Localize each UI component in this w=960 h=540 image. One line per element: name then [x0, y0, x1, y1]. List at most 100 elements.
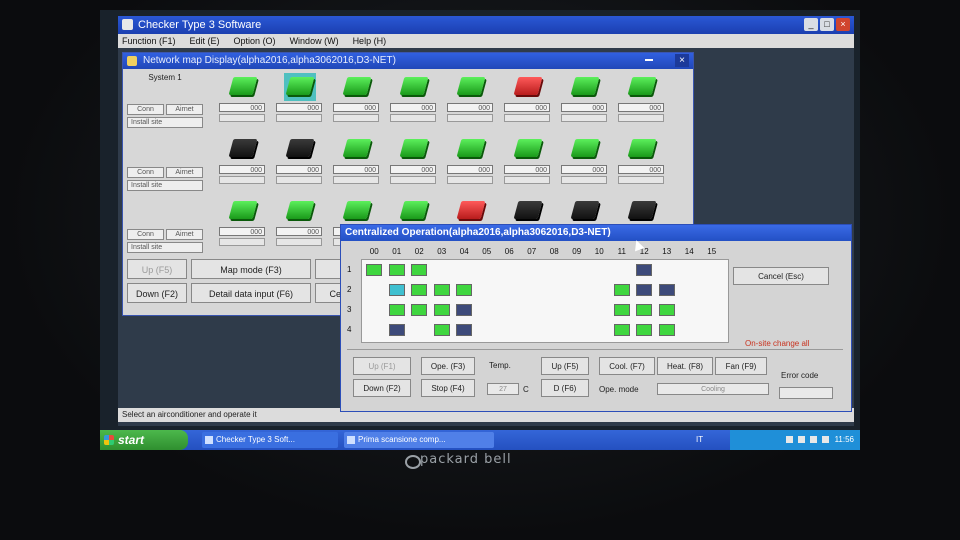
unit-cell[interactable] [388, 284, 405, 296]
unit-cell[interactable] [388, 304, 405, 316]
up-button[interactable]: Up (F5) [127, 259, 187, 279]
indoor-unit[interactable]: 000 [502, 73, 554, 123]
close-icon[interactable]: × [836, 18, 850, 31]
unit-field [447, 176, 493, 184]
indoor-unit[interactable]: 000 [559, 135, 611, 185]
unit-cell[interactable] [366, 264, 382, 276]
unit-value: 000 [390, 103, 436, 112]
indoor-unit[interactable]: 000 [217, 135, 269, 185]
indoor-unit[interactable]: 000 [331, 73, 383, 123]
system-panel: Conn Airnet Install site [127, 197, 203, 253]
maximize-icon[interactable]: □ [820, 18, 834, 31]
menu-window[interactable]: Window (W) [290, 34, 339, 48]
network-icon[interactable] [822, 436, 830, 444]
column-header: 11 [617, 247, 626, 256]
task-checker[interactable]: Checker Type 3 Soft... [202, 432, 338, 448]
unit-cell[interactable] [658, 324, 675, 336]
unit-cell[interactable] [433, 284, 450, 296]
start-button[interactable]: start [100, 430, 188, 450]
column-header: 08 [549, 247, 559, 256]
menu-option[interactable]: Option (O) [234, 34, 276, 48]
row-header: 4 [347, 325, 352, 334]
close-icon[interactable]: × [675, 54, 689, 67]
unit-value: 000 [504, 165, 550, 174]
task-label: Prima scansione comp... [358, 435, 446, 444]
heat-button[interactable]: Heat. (F8) [657, 357, 713, 375]
map-mode-button[interactable]: Map mode (F3) [191, 259, 311, 279]
unit-cell[interactable] [613, 284, 630, 296]
tray-icon[interactable] [785, 436, 793, 444]
indoor-unit[interactable]: 000 [274, 135, 326, 185]
menu-function[interactable]: Function (F1) [122, 34, 176, 48]
network-map-titlebar[interactable]: Network map Display(alpha2016,alpha30620… [123, 53, 693, 69]
unit-cell[interactable] [411, 304, 427, 316]
column-header: 15 [707, 247, 717, 256]
indoor-unit[interactable]: 000 [559, 73, 611, 123]
column-header: 10 [594, 247, 604, 256]
dialog-titlebar[interactable]: Centralized Operation(alpha2016,alpha306… [341, 225, 851, 241]
unit-field [618, 176, 664, 184]
unit-cell[interactable] [456, 324, 472, 336]
temp-up-button[interactable]: Up (F5) [541, 357, 589, 375]
indoor-unit[interactable]: 000 [274, 197, 326, 247]
unit-cell[interactable] [636, 304, 652, 316]
menu-help[interactable]: Help (H) [353, 34, 387, 48]
indoor-unit[interactable]: 000 [217, 73, 269, 123]
indoor-unit[interactable]: 000 [217, 197, 269, 247]
unit-cell[interactable] [411, 264, 427, 276]
unit-cell[interactable] [388, 324, 405, 336]
unit-cell[interactable] [613, 304, 630, 316]
task-scan[interactable]: Prima scansione comp... [344, 432, 494, 448]
unit-cell[interactable] [658, 304, 675, 316]
down-f2-button[interactable]: Down (F2) [353, 379, 411, 397]
aircon-unit-icon [513, 77, 543, 95]
indoor-unit[interactable]: 000 [274, 73, 326, 123]
aircon-unit-icon [285, 201, 315, 219]
unit-cell[interactable] [658, 284, 675, 296]
minimize-icon[interactable]: _ [804, 18, 818, 31]
down-button[interactable]: Down (F2) [127, 283, 187, 303]
indoor-unit[interactable]: 000 [502, 135, 554, 185]
language-indicator[interactable]: IT [696, 430, 703, 450]
aircon-unit-icon [627, 139, 657, 157]
unit-cell[interactable] [456, 304, 472, 316]
app-titlebar[interactable]: Checker Type 3 Software _ □ × [118, 16, 854, 34]
aircon-unit-icon [342, 139, 372, 157]
column-header: 05 [482, 247, 492, 256]
operate-button[interactable]: Ope. (F3) [421, 357, 475, 375]
system-panel: Conn Airnet Install site [127, 135, 203, 191]
minimize-icon[interactable] [645, 59, 653, 61]
indoor-unit[interactable]: 000 [388, 73, 440, 123]
unit-cell[interactable] [636, 264, 652, 276]
unit-cell[interactable] [636, 284, 652, 296]
indoor-unit[interactable]: 000 [616, 135, 668, 185]
cancel-button[interactable]: Cancel (Esc) [733, 267, 829, 285]
tray-icon[interactable] [797, 436, 805, 444]
indoor-unit[interactable]: 000 [388, 135, 440, 185]
menu-edit[interactable]: Edit (E) [190, 34, 220, 48]
unit-cell[interactable] [613, 324, 630, 336]
unit-field [219, 114, 265, 122]
up-f1-button[interactable]: Up (F1) [353, 357, 411, 375]
indoor-unit[interactable]: 000 [331, 135, 383, 185]
temp-down-button[interactable]: D (F6) [541, 379, 589, 397]
airnet-box: Airnet [166, 167, 203, 178]
unit-cell[interactable] [433, 324, 450, 336]
unit-cell[interactable] [456, 284, 472, 296]
fan-button[interactable]: Fan (F9) [715, 357, 767, 375]
column-header: 04 [459, 247, 469, 256]
indoor-unit[interactable]: 000 [616, 73, 668, 123]
stop-button[interactable]: Stop (F4) [421, 379, 475, 397]
unit-cell[interactable] [636, 324, 652, 336]
task-label: Checker Type 3 Soft... [216, 435, 296, 444]
indoor-unit[interactable]: 000 [445, 73, 497, 123]
detail-data-input-button[interactable]: Detail data input (F6) [191, 283, 311, 303]
volume-icon[interactable] [810, 436, 818, 444]
aircon-unit-icon [456, 139, 486, 157]
unit-cell[interactable] [388, 264, 405, 276]
unit-cell[interactable] [411, 284, 427, 296]
cool-button[interactable]: Cool. (F7) [599, 357, 655, 375]
indoor-unit[interactable]: 000 [445, 135, 497, 185]
unit-cell[interactable] [433, 304, 450, 316]
unit-value: 000 [219, 227, 265, 236]
